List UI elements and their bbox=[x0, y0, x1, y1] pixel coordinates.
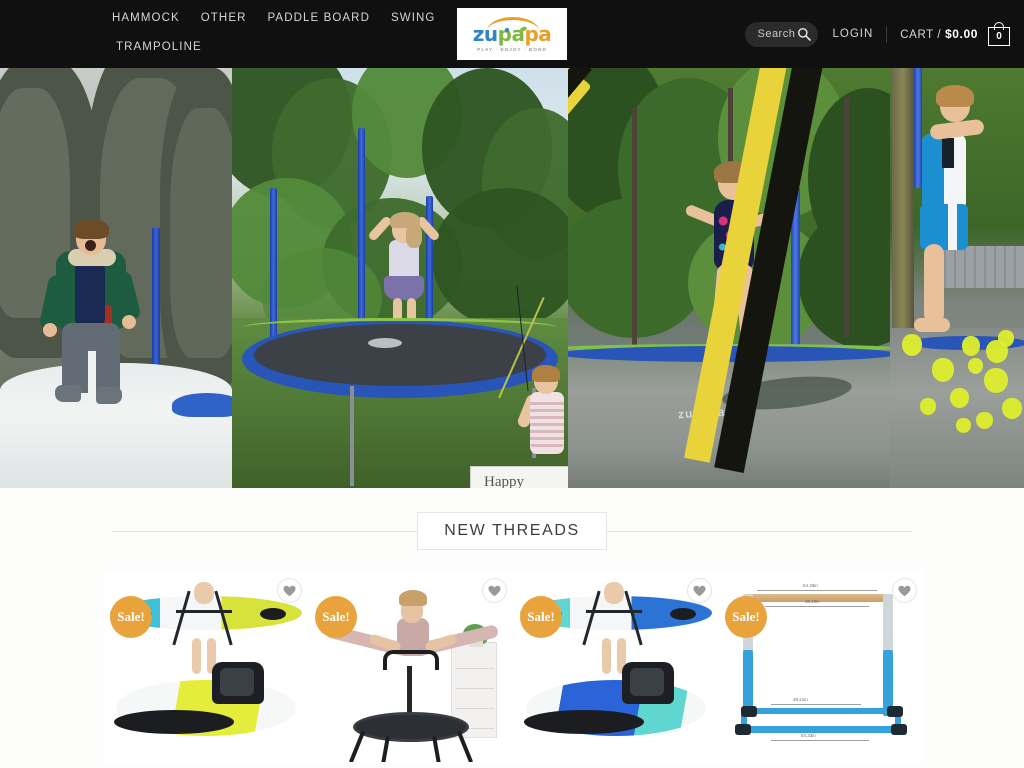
cart-link[interactable]: CART / $0.00 bbox=[900, 27, 978, 41]
product-image[interactable]: Sale! 54.33in 38.19in 49.21in 54.33in bbox=[719, 570, 924, 762]
cart-label: CART / bbox=[900, 29, 942, 41]
product-grid: Sale! Sale! Sale! Sale! 54.33in 38.19in … bbox=[0, 570, 1024, 768]
water-balloon bbox=[968, 358, 983, 374]
paddle-art bbox=[114, 710, 234, 734]
wishlist-button[interactable] bbox=[687, 578, 712, 603]
cart-badge[interactable]: 0 bbox=[988, 22, 1010, 46]
wishlist-button[interactable] bbox=[482, 578, 507, 603]
trampoline-mat bbox=[254, 324, 546, 386]
water-balloon bbox=[950, 388, 969, 408]
water-balloon bbox=[920, 398, 936, 415]
logo-arc-icon bbox=[487, 17, 539, 31]
wishlist-button[interactable] bbox=[892, 578, 917, 603]
cart-count: 0 bbox=[996, 30, 1002, 42]
tree-trunk bbox=[844, 98, 849, 338]
cart-amount: $0.00 bbox=[944, 27, 978, 41]
nav-item-hammock[interactable]: HAMMOCK bbox=[112, 8, 180, 28]
water-balloon bbox=[976, 412, 993, 429]
snow-tree bbox=[170, 108, 232, 358]
trampoline-pole bbox=[270, 188, 277, 343]
wishlist-button[interactable] bbox=[277, 578, 302, 603]
new-threads-section: NEW THREADS Sale! Sale! Sale! Sale! 54.3… bbox=[0, 488, 1024, 768]
dimension-label: 54.33in bbox=[801, 733, 816, 738]
water-balloon bbox=[902, 334, 922, 356]
trampoline-pole bbox=[152, 228, 160, 373]
cart-bag-icon: 0 bbox=[988, 27, 1010, 46]
hero-sign-text: Happy bbox=[484, 474, 524, 488]
heart-icon bbox=[898, 585, 911, 596]
dimension-label: 49.21in bbox=[793, 697, 808, 702]
seat-cushion bbox=[220, 668, 254, 696]
water-balloon bbox=[984, 368, 1008, 393]
gymnastics-bar-base: 49.21in 54.33in bbox=[735, 697, 907, 750]
logo-tagline: PLAY · ENJOY · BOND bbox=[477, 46, 547, 52]
hero-gallery: Happy zupapa bbox=[0, 68, 1024, 488]
dimension-label: 54.33in bbox=[803, 583, 818, 588]
product-card[interactable]: Sale! bbox=[309, 570, 514, 768]
site-logo[interactable]: zupapa PLAY · ENJOY · BOND bbox=[457, 8, 567, 60]
sale-badge: Sale! bbox=[725, 596, 767, 638]
seat-cushion bbox=[630, 668, 664, 696]
section-heading-wrap: NEW THREADS bbox=[112, 510, 913, 552]
product-image[interactable]: Sale! bbox=[309, 570, 514, 762]
section-title: NEW THREADS bbox=[417, 512, 607, 550]
header-divider bbox=[886, 25, 888, 43]
hero-child-figure bbox=[38, 219, 142, 408]
nav-item-trampoline[interactable]: TRAMPOLINE bbox=[116, 37, 202, 57]
heart-icon bbox=[488, 585, 501, 596]
tree-trunk bbox=[632, 108, 637, 348]
nav-item-swing[interactable]: SWING bbox=[391, 8, 435, 28]
water-balloon bbox=[1002, 398, 1022, 419]
nav-item-other[interactable]: OTHER bbox=[201, 8, 247, 28]
heart-icon bbox=[283, 585, 296, 596]
water-balloon bbox=[962, 336, 980, 356]
hero-panel-balloon-trampoline[interactable] bbox=[890, 68, 1024, 488]
sale-badge: Sale! bbox=[520, 596, 562, 638]
trampoline-mat-highlight bbox=[368, 338, 402, 348]
login-link[interactable]: LOGIN bbox=[832, 28, 873, 40]
logo-dot-icon bbox=[505, 28, 509, 32]
water-balloon bbox=[932, 358, 954, 382]
search-icon[interactable] bbox=[797, 27, 812, 41]
product-image[interactable]: Sale! bbox=[514, 570, 719, 762]
search-field-wrapper[interactable] bbox=[745, 21, 819, 47]
site-header: HAMMOCK OTHER PADDLE BOARD SWING TRAMPOL… bbox=[0, 0, 1024, 68]
paddle-art bbox=[524, 710, 644, 734]
sale-badge: Sale! bbox=[315, 596, 357, 638]
product-card[interactable]: Sale! bbox=[514, 570, 719, 768]
dimension-label: 38.19in bbox=[805, 599, 820, 604]
hero-panel-backyard-trampoline[interactable]: Happy bbox=[232, 68, 568, 488]
water-balloon bbox=[956, 418, 971, 433]
hero-child-figure bbox=[902, 85, 985, 356]
heading-rule-left bbox=[112, 530, 418, 532]
header-actions: LOGIN CART / $0.00 0 bbox=[745, 20, 1010, 48]
trampoline-edge bbox=[172, 393, 232, 417]
water-balloon bbox=[998, 330, 1014, 347]
trampoline-leg bbox=[350, 386, 354, 486]
product-image[interactable]: Sale! bbox=[104, 570, 309, 762]
heart-icon bbox=[693, 585, 706, 596]
hero-panel-water-trampoline[interactable]: zupapa bbox=[568, 68, 890, 488]
hero-panel-snow-trampoline[interactable] bbox=[0, 68, 232, 488]
product-card[interactable]: Sale! bbox=[104, 570, 309, 768]
sale-badge: Sale! bbox=[110, 596, 152, 638]
product-card[interactable]: Sale! 54.33in 38.19in 49.21in 54.33in bbox=[719, 570, 924, 768]
nav-item-paddle-board[interactable]: PADDLE BOARD bbox=[268, 8, 370, 28]
heading-rule-right bbox=[606, 530, 913, 532]
